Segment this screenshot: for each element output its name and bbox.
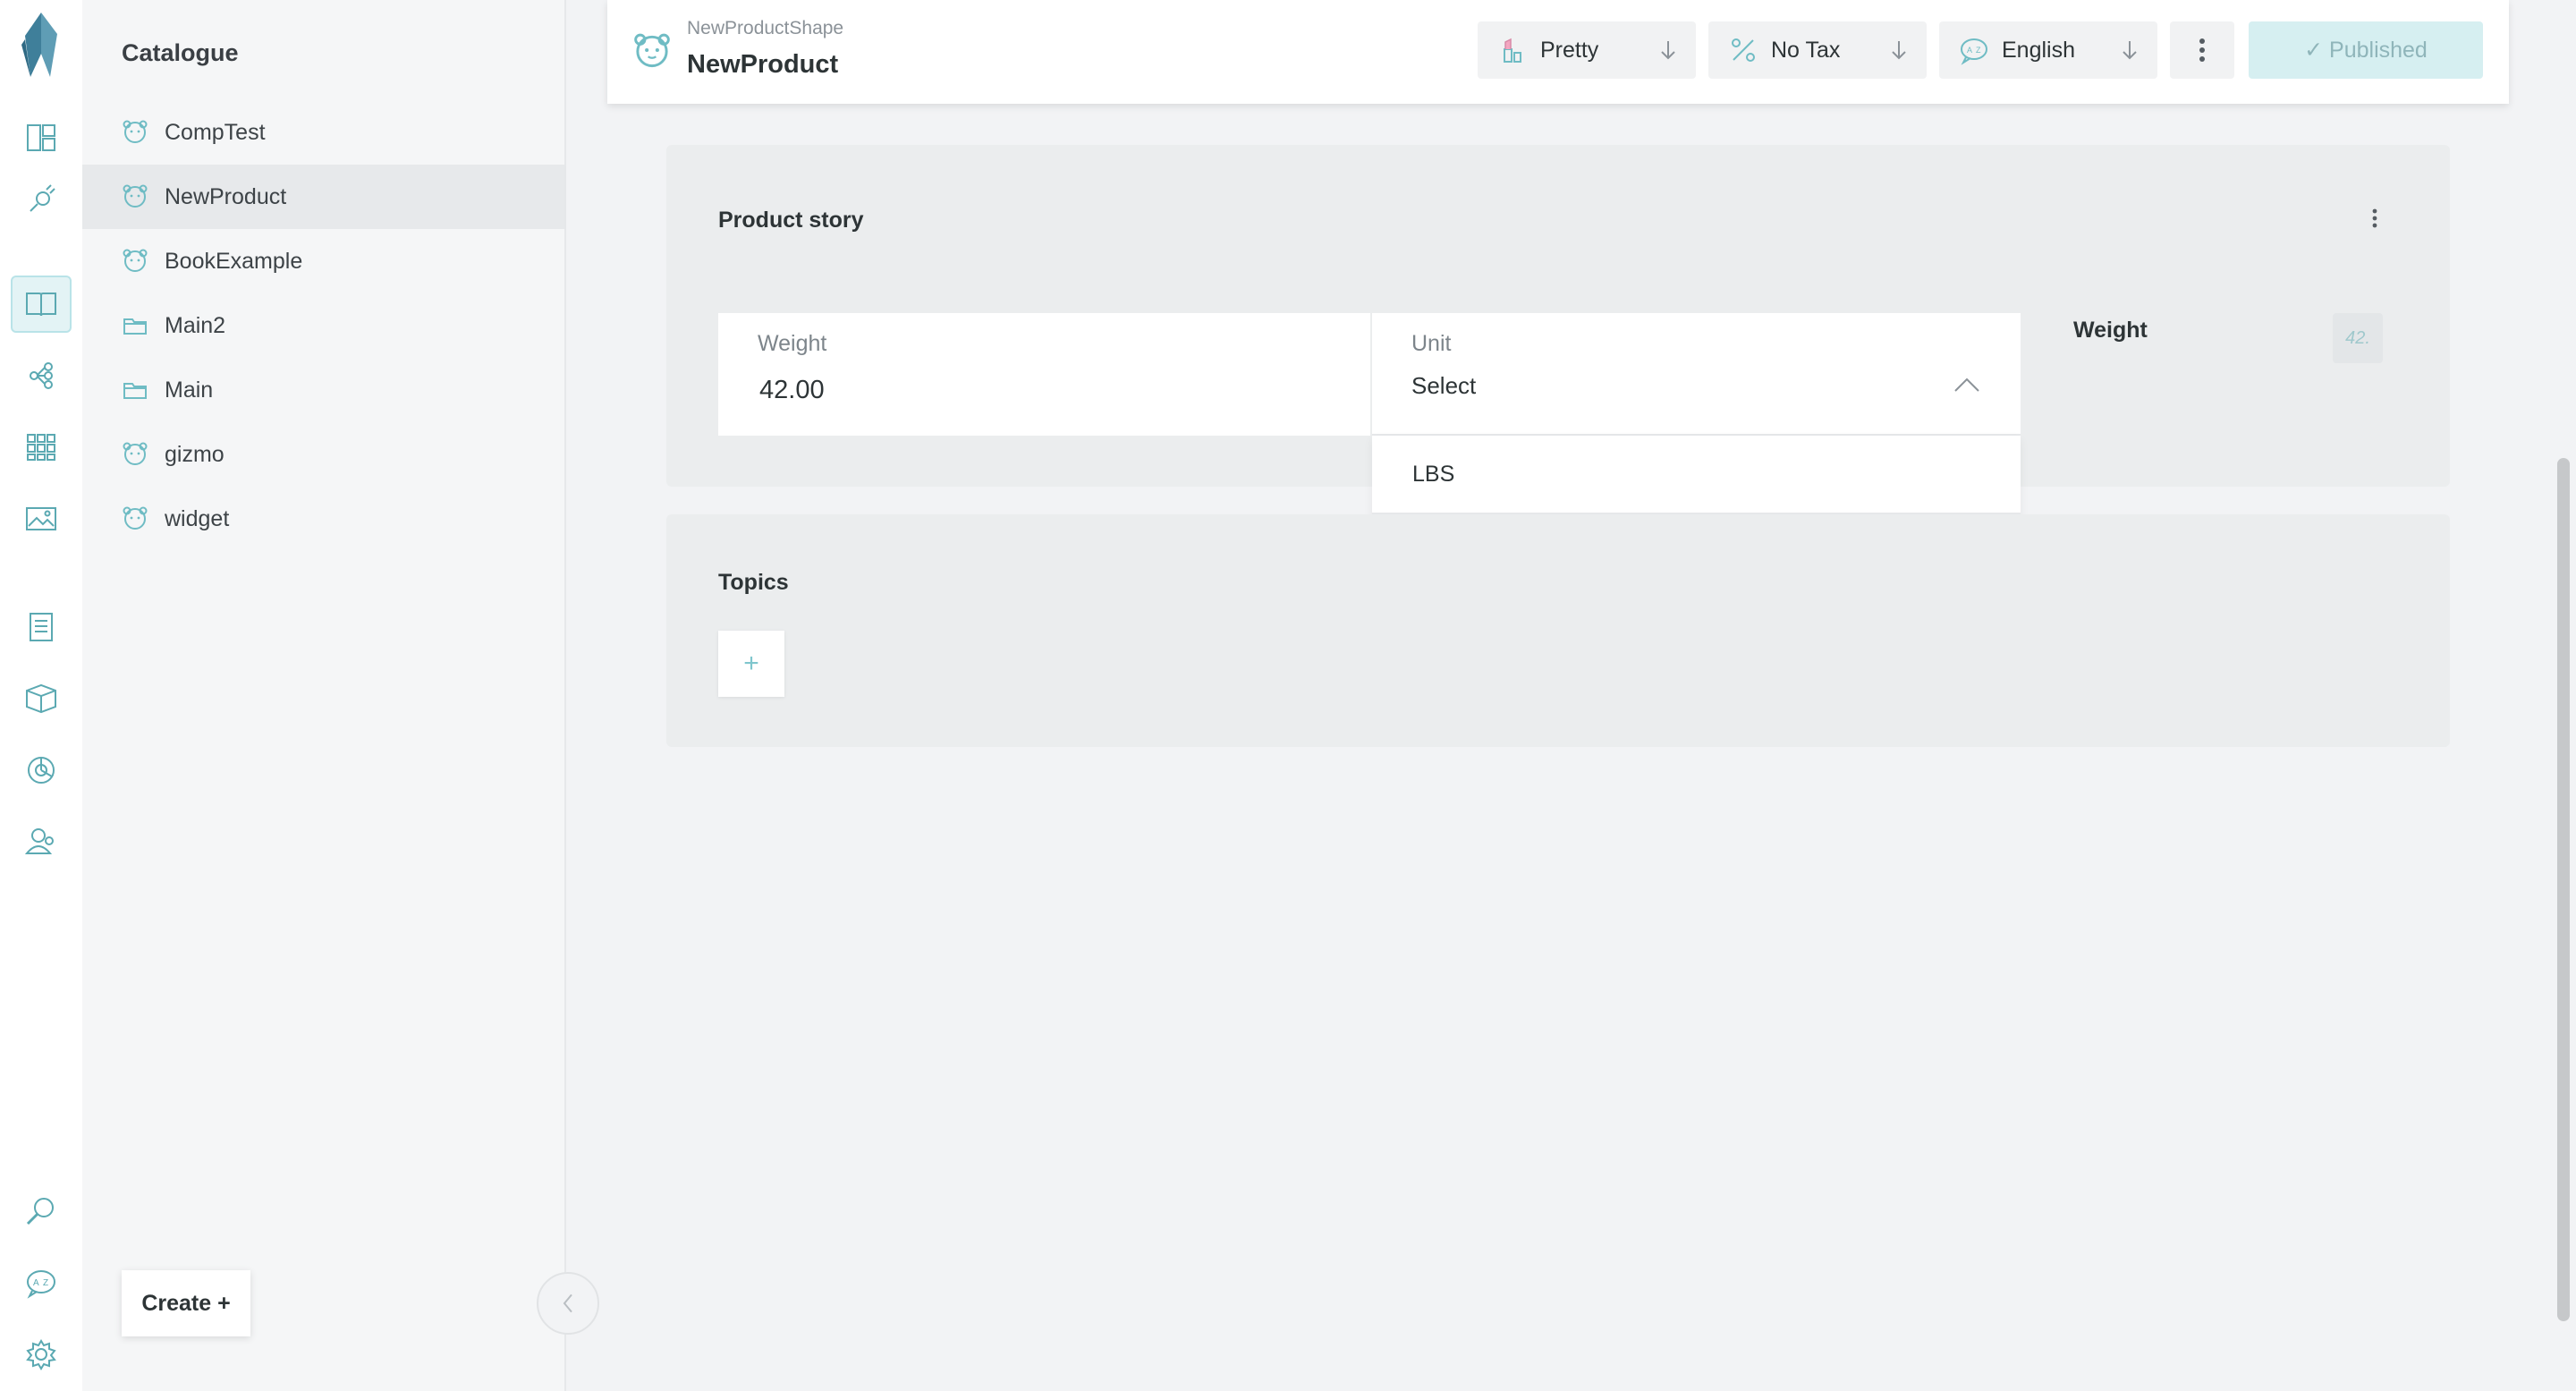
svg-text:A: A bbox=[33, 1278, 39, 1288]
item-header: NewProductShape NewProduct Pretty No Tax… bbox=[607, 0, 2509, 104]
percent-icon bbox=[1732, 38, 1755, 62]
component-type-label: Weight bbox=[2073, 318, 2148, 343]
tree-item-label: BookExample bbox=[165, 248, 303, 274]
numeric-component-icon: 42. bbox=[2333, 313, 2383, 363]
folder-icon bbox=[123, 318, 147, 335]
product-icon bbox=[123, 184, 148, 208]
product-icon bbox=[123, 120, 148, 143]
variant-label: Pretty bbox=[1540, 37, 1599, 63]
tree-item-label: NewProduct bbox=[165, 183, 287, 209]
box-icon[interactable] bbox=[11, 669, 72, 726]
chevron-left-icon bbox=[563, 1293, 572, 1313]
product-icon bbox=[123, 442, 148, 465]
arrow-down-icon bbox=[1661, 41, 1675, 60]
lipstick-icon bbox=[1504, 38, 1521, 63]
topics-title: Topics bbox=[718, 570, 789, 595]
tree-item-label: Main2 bbox=[165, 312, 226, 338]
plug-icon[interactable] bbox=[11, 170, 72, 227]
item-name: NewProduct bbox=[687, 50, 839, 79]
tree-item-comptest[interactable]: CompTest bbox=[82, 100, 564, 165]
product-story-menu-button[interactable] bbox=[2361, 200, 2388, 236]
product-story-title: Product story bbox=[718, 208, 864, 233]
image-icon[interactable] bbox=[11, 490, 72, 547]
language-select[interactable]: AZ English bbox=[1939, 21, 2157, 79]
crystallize-logo-icon[interactable] bbox=[14, 9, 68, 81]
unit-selected-value: Select bbox=[1411, 372, 1477, 399]
scrollbar-thumb[interactable] bbox=[2557, 458, 2570, 1321]
collapse-sidebar-button[interactable] bbox=[537, 1272, 599, 1335]
analytics-pie-icon[interactable] bbox=[11, 741, 72, 798]
variant-select[interactable]: Pretty bbox=[1478, 21, 1696, 79]
catalogue-book-icon[interactable] bbox=[11, 276, 72, 333]
chevron-up-icon bbox=[1954, 377, 1979, 392]
tax-select[interactable]: No Tax bbox=[1708, 21, 1927, 79]
tree-item-main[interactable]: Main bbox=[82, 358, 564, 422]
unit-option-lbs[interactable]: LBS bbox=[1372, 436, 2021, 513]
svg-text:Z: Z bbox=[1976, 46, 1981, 55]
tree-item-label: widget bbox=[165, 505, 230, 531]
tree-item-gizmo[interactable]: gizmo bbox=[82, 422, 564, 487]
published-status-button[interactable]: ✓ Published bbox=[2249, 21, 2483, 79]
language-icon[interactable]: AZ bbox=[11, 1254, 72, 1311]
unit-select[interactable]: Unit Select bbox=[1372, 313, 2021, 436]
add-topic-button[interactable]: + bbox=[718, 631, 784, 697]
unit-label: Unit bbox=[1411, 331, 1452, 356]
arrow-down-icon bbox=[2123, 41, 2137, 60]
svg-text:Z: Z bbox=[43, 1278, 48, 1288]
create-button[interactable]: Create + bbox=[122, 1270, 250, 1336]
more-vertical-icon bbox=[2372, 208, 2377, 228]
more-options-button[interactable] bbox=[2170, 21, 2234, 79]
tree-item-widget[interactable]: widget bbox=[82, 487, 564, 551]
catalogue-sidebar: Catalogue CompTest NewProduct BookExampl… bbox=[82, 0, 566, 1391]
more-vertical-icon bbox=[2199, 38, 2205, 62]
tree-item-main2[interactable]: Main2 bbox=[82, 293, 564, 358]
language-icon: AZ bbox=[1961, 38, 1987, 65]
weight-field[interactable]: Weight 42.00 bbox=[718, 313, 1370, 436]
tax-label: No Tax bbox=[1771, 37, 1841, 63]
customers-icon[interactable] bbox=[11, 812, 72, 869]
settings-gear-icon[interactable] bbox=[11, 1326, 72, 1383]
topics-card: Topics bbox=[666, 514, 2450, 747]
tree-item-label: Main bbox=[165, 377, 214, 403]
weight-label: Weight bbox=[758, 331, 827, 356]
product-icon bbox=[123, 506, 148, 530]
grid-icon[interactable] bbox=[11, 419, 72, 476]
tree-item-bookexample[interactable]: BookExample bbox=[82, 229, 564, 293]
search-icon[interactable] bbox=[11, 1183, 72, 1240]
shape-name: NewProductShape bbox=[687, 18, 844, 38]
weight-value[interactable]: 42.00 bbox=[759, 376, 825, 405]
svg-text:A: A bbox=[1967, 46, 1972, 55]
tree-item-newproduct[interactable]: NewProduct bbox=[82, 165, 564, 229]
app-nav-rail: AZ bbox=[0, 0, 83, 1391]
tree-item-label: gizmo bbox=[165, 441, 225, 467]
dashboard-icon[interactable] bbox=[11, 109, 72, 166]
product-shape-icon bbox=[634, 33, 670, 68]
sidebar-title: Catalogue bbox=[122, 39, 239, 66]
orders-clipboard-icon[interactable] bbox=[11, 598, 72, 655]
topics-tree-icon[interactable] bbox=[11, 347, 72, 404]
product-icon bbox=[123, 249, 148, 272]
folder-icon bbox=[123, 383, 147, 399]
tree-item-label: CompTest bbox=[165, 119, 266, 145]
arrow-down-icon bbox=[1892, 41, 1906, 60]
language-label: English bbox=[2002, 37, 2075, 63]
